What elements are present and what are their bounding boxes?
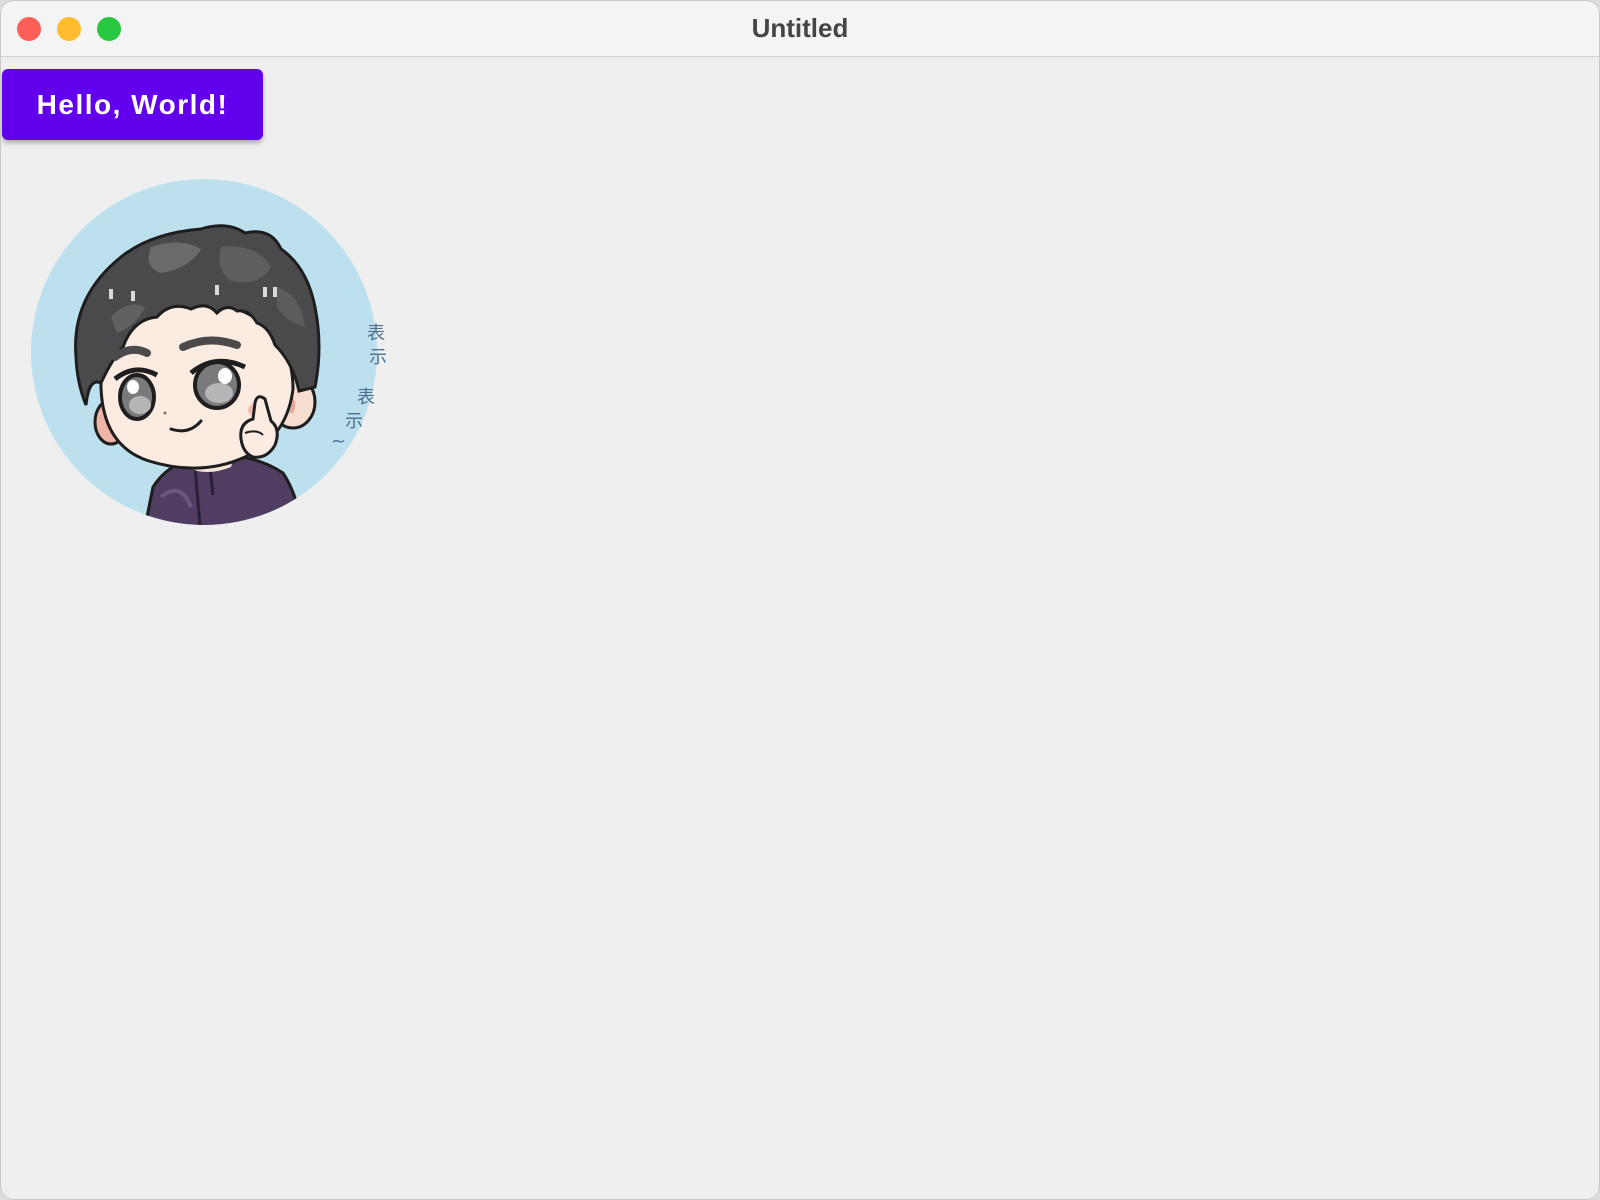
window-title: Untitled — [751, 13, 849, 43]
app-window: Untitled Hello, World! 表 示 表 示 ~ — [0, 0, 1600, 1200]
cartoon-boy-avatar-icon: 表 示 表 示 ~ — [31, 179, 387, 525]
title-bar[interactable]: Untitled — [1, 1, 1599, 57]
avatar-image: 表 示 表 示 ~ — [31, 177, 391, 537]
hello-world-button[interactable]: Hello, World! — [2, 69, 263, 140]
window-content: Hello, World! 表 示 表 示 ~ — [1, 57, 1599, 1199]
